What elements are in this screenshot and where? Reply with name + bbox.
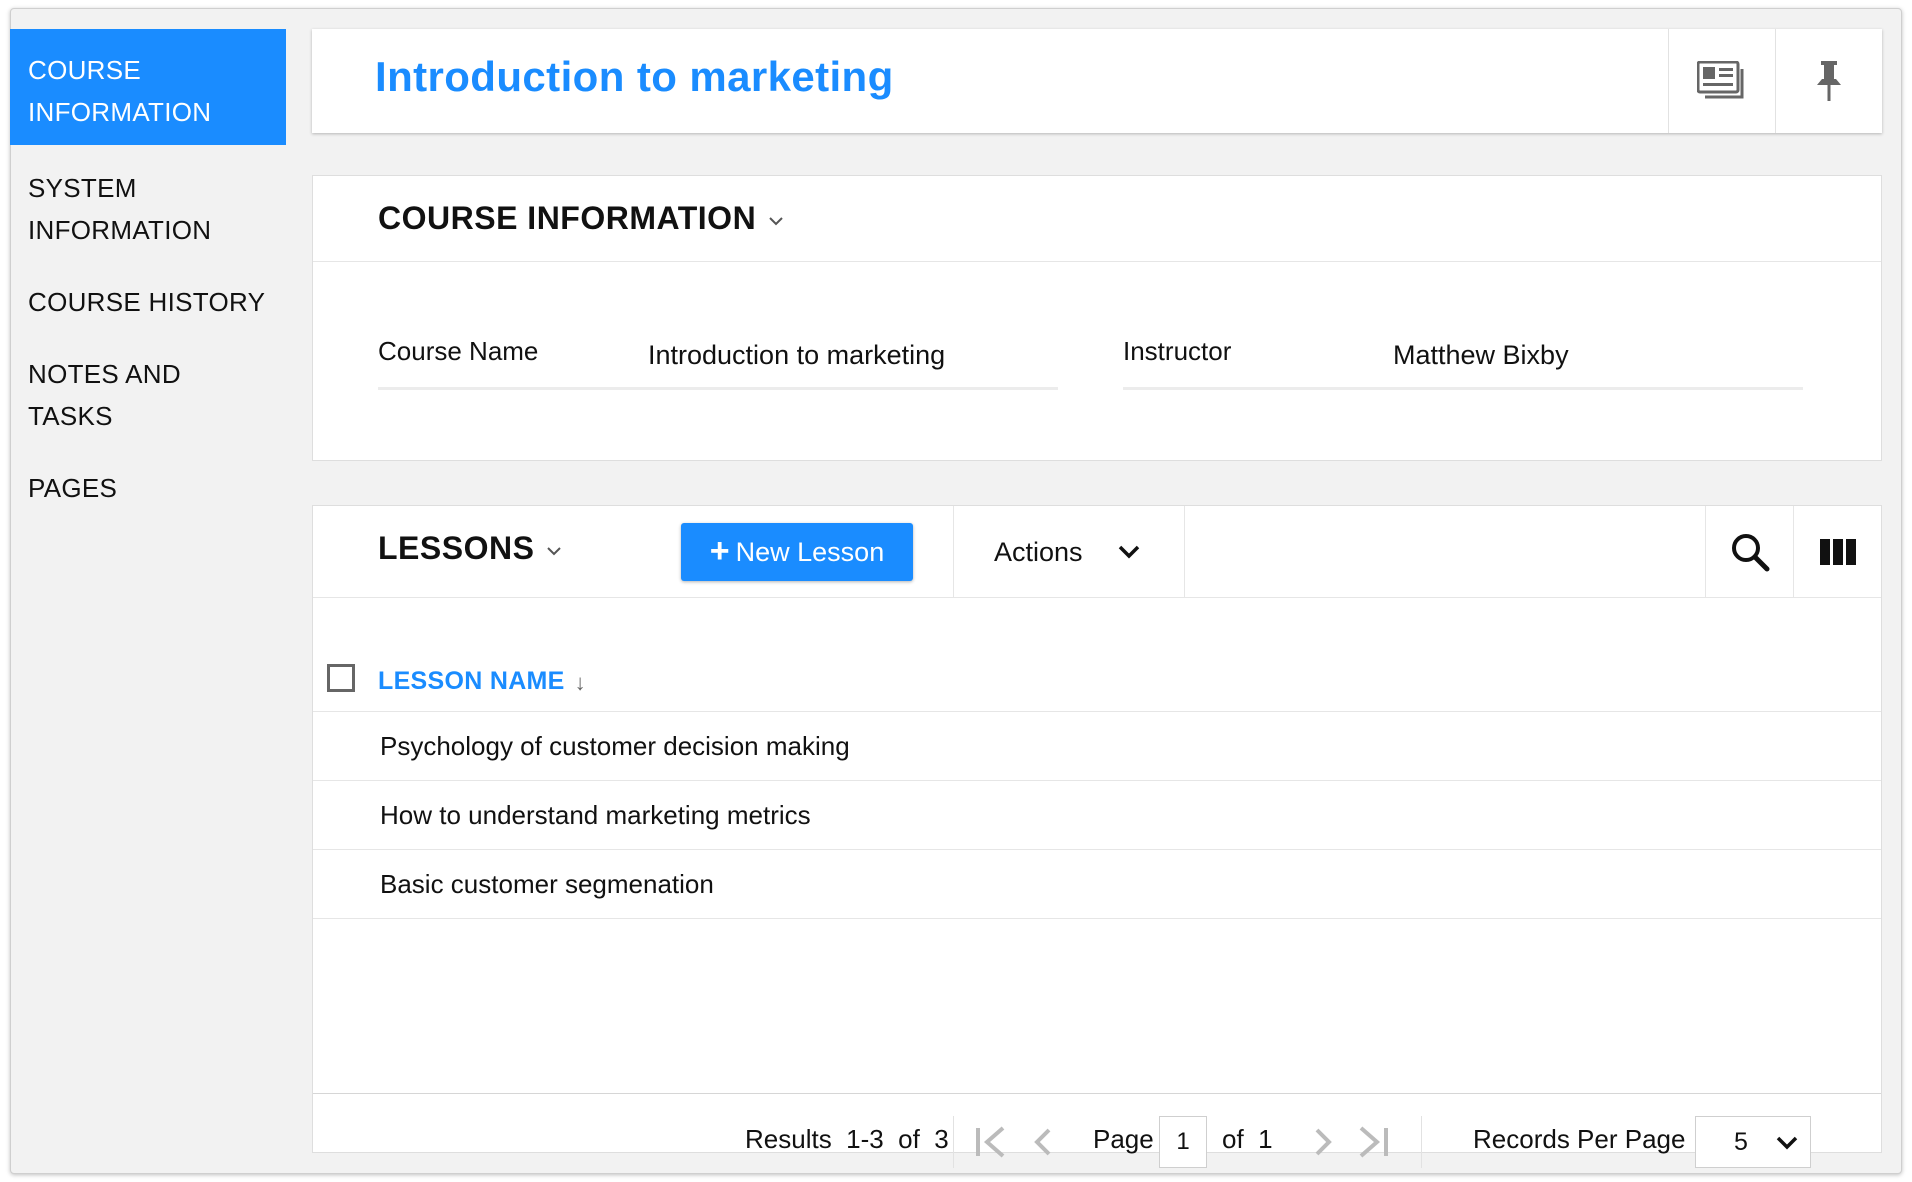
new-lesson-button[interactable]: + New Lesson — [681, 523, 913, 581]
field-value: Introduction to marketing — [648, 340, 946, 370]
page-number-input[interactable] — [1159, 1116, 1207, 1168]
course-information-header[interactable]: COURSE INFORMATION — [313, 176, 1881, 262]
plus-icon: + — [709, 531, 730, 570]
sidebar: COURSE INFORMATION SYSTEM INFORMATION CO… — [10, 29, 286, 521]
table-row[interactable]: Psychology of customer decision making — [313, 712, 1881, 781]
column-header-label: LESSON NAME — [378, 666, 565, 695]
select-all-checkbox[interactable] — [327, 664, 355, 692]
table-header: LESSON NAME ↓ — [313, 598, 1881, 712]
previous-page-icon[interactable] — [1031, 1124, 1055, 1160]
lessons-panel: LESSONS + New Lesson Actions LESSON NAME… — [312, 505, 1882, 1168]
last-page-icon[interactable] — [1355, 1124, 1391, 1160]
lesson-name: How to understand marketing metrics — [380, 799, 811, 830]
lessons-toolbar: LESSONS + New Lesson Actions — [313, 506, 1881, 598]
sidebar-item-label: PAGES — [28, 473, 118, 503]
sidebar-item-notes-and-tasks[interactable]: NOTES AND TASKS — [10, 341, 286, 449]
contact-card-icon — [1697, 61, 1744, 99]
sidebar-item-pages[interactable]: PAGES — [10, 455, 286, 521]
table-row[interactable]: How to understand marketing metrics — [313, 781, 1881, 850]
sidebar-item-label: COURSE INFORMATION — [28, 55, 212, 127]
total-pages: of 1 — [1222, 1124, 1273, 1154]
lessons-table-body: Psychology of customer decision making H… — [313, 712, 1881, 1094]
field-label: Instructor — [1123, 336, 1232, 366]
new-lesson-label: New Lesson — [735, 536, 885, 567]
pin-icon — [1817, 61, 1841, 101]
table-row[interactable]: Basic customer segmenation — [313, 850, 1881, 919]
results-count: Results 1-3 of 3 — [745, 1124, 949, 1154]
columns-button[interactable] — [1793, 506, 1881, 598]
sidebar-item-label: NOTES AND TASKS — [28, 359, 181, 431]
sidebar-item-label: COURSE HISTORY — [28, 287, 266, 317]
search-icon — [1731, 534, 1769, 572]
course-fields: Course Name Introduction to marketing In… — [313, 262, 1881, 462]
columns-icon — [1819, 539, 1856, 565]
search-button[interactable] — [1705, 506, 1793, 598]
section-title: LESSONS — [378, 530, 535, 566]
lessons-header[interactable]: LESSONS — [378, 530, 562, 567]
field-label: Course Name — [378, 336, 539, 366]
course-information-panel: COURSE INFORMATION Course Name Introduct… — [312, 175, 1882, 461]
instructor-field[interactable]: Instructor Matthew Bixby — [1123, 336, 1803, 390]
sort-descending-icon: ↓ — [574, 670, 586, 695]
sidebar-item-course-information[interactable]: COURSE INFORMATION — [10, 29, 286, 145]
sidebar-item-system-information[interactable]: SYSTEM INFORMATION — [10, 149, 286, 269]
section-title: COURSE INFORMATION — [378, 200, 757, 236]
course-name-field[interactable]: Course Name Introduction to marketing — [378, 336, 1058, 390]
records-per-page-label: Records Per Page — [1473, 1124, 1686, 1154]
contact-card-button[interactable] — [1668, 29, 1775, 133]
next-page-icon[interactable] — [1311, 1124, 1335, 1160]
sidebar-item-course-history[interactable]: COURSE HISTORY — [10, 269, 286, 335]
pagination-bar: Results 1-3 of 3 Page of 1 Records Per P… — [313, 1094, 1881, 1182]
records-per-page-value: 5 — [1734, 1127, 1748, 1156]
page-title: Introduction to marketing — [375, 53, 894, 100]
divider — [1421, 1116, 1422, 1168]
pin-button[interactable] — [1775, 29, 1882, 133]
lesson-name: Psychology of customer decision making — [380, 730, 850, 761]
first-page-icon[interactable] — [973, 1124, 1009, 1160]
field-value: Matthew Bixby — [1393, 340, 1569, 370]
column-header-lesson-name[interactable]: LESSON NAME ↓ — [378, 666, 586, 696]
chevron-down-icon — [1776, 1136, 1798, 1150]
actions-label: Actions — [994, 536, 1083, 567]
page-label: Page — [1093, 1124, 1154, 1154]
chevron-down-icon — [769, 216, 783, 225]
lesson-name: Basic customer segmenation — [380, 868, 714, 899]
sidebar-item-label: SYSTEM INFORMATION — [28, 173, 212, 245]
actions-dropdown[interactable]: Actions — [953, 506, 1185, 598]
divider — [953, 1116, 954, 1168]
record-header: Introduction to marketing — [312, 29, 1882, 133]
chevron-down-icon — [547, 546, 562, 555]
records-per-page-select[interactable]: 5 — [1695, 1116, 1811, 1168]
chevron-down-icon — [1118, 545, 1140, 559]
